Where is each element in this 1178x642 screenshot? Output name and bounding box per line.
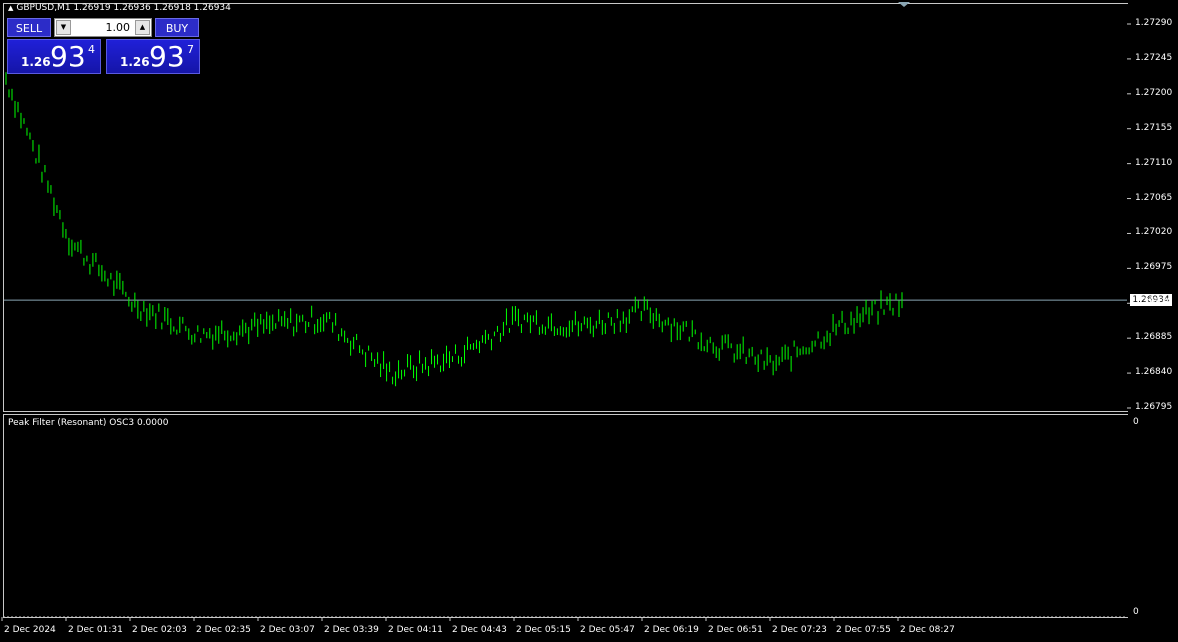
price-scale-label: 1.26840 xyxy=(1135,367,1173,378)
chart-shift-icon[interactable] xyxy=(898,2,910,7)
price-scale-label: 1.27290 xyxy=(1135,18,1173,28)
price-scale-label: 1.27020 xyxy=(1135,227,1173,238)
price-scale-label: 1.27200 xyxy=(1135,87,1173,98)
indicator-title: Peak Filter (Resonant) OSC3 0.0000 xyxy=(8,418,169,428)
time-scale-label: 2 Dec 06:51 xyxy=(708,625,763,635)
price-scale-label: 1.27065 xyxy=(1135,192,1173,203)
buy-price-fraction: 7 xyxy=(187,43,194,56)
time-scale-label: 2 Dec 05:15 xyxy=(516,625,571,635)
chevron-up-icon[interactable]: ▲ xyxy=(135,20,150,35)
price-scale-label: 1.26975 xyxy=(1135,262,1173,273)
time-scale-label: 2 Dec 05:47 xyxy=(580,625,635,635)
time-scale-label: 2 Dec 08:27 xyxy=(900,625,955,635)
chevron-down-icon[interactable]: ▼ xyxy=(56,20,71,35)
time-scale-label: 2 Dec 03:07 xyxy=(260,625,315,635)
price-scale-label: 1.27155 xyxy=(1135,122,1173,133)
price-scale-label: 1.27110 xyxy=(1135,157,1173,168)
price-scale-label: 1.26930 xyxy=(1135,297,1173,308)
sell-price-fraction: 4 xyxy=(88,43,95,56)
buy-button[interactable]: BUY xyxy=(155,18,199,37)
lot-size-input[interactable] xyxy=(72,20,134,35)
time-scale-label: 2 Dec 07:55 xyxy=(836,625,891,635)
ohlc-values: 1.26919 1.26936 1.26918 1.26934 xyxy=(73,3,231,13)
time-scale-label: 2 Dec 06:19 xyxy=(644,625,699,635)
chart-title: ▲ GBPUSD,M1 1.26919 1.26936 1.26918 1.269… xyxy=(8,3,231,13)
sell-price-button[interactable]: 1.26 93 4 xyxy=(7,39,101,74)
sell-price-pips: 93 xyxy=(50,40,86,73)
price-scale-label: 1.27245 xyxy=(1135,52,1173,63)
buy-price-pips: 93 xyxy=(149,40,185,73)
time-scale-label: 2 Dec 01:31 xyxy=(68,625,123,635)
time-scale-label: 2 Dec 07:23 xyxy=(772,625,827,635)
lot-size-stepper[interactable]: ▼ ▲ xyxy=(54,18,152,37)
time-scale-label: 2 Dec 03:39 xyxy=(324,625,379,635)
sell-price-prefix: 1.26 xyxy=(21,55,51,69)
time-scale-label: 2 Dec 04:11 xyxy=(388,625,443,635)
buy-price-button[interactable]: 1.26 93 7 xyxy=(106,39,200,74)
buy-price-prefix: 1.26 xyxy=(120,55,150,69)
time-scale-label: 2 Dec 2024 xyxy=(4,625,56,635)
price-scale-label: 1.26795 xyxy=(1135,402,1173,412)
sell-button[interactable]: SELL xyxy=(7,18,51,37)
one-click-trading-panel: SELL ▼ ▲ BUY 1.26 93 4 1.26 93 7 xyxy=(7,18,200,74)
price-bars xyxy=(5,72,903,387)
triangle-icon: ▲ xyxy=(8,4,14,12)
time-scale-label: 2 Dec 02:35 xyxy=(196,625,251,635)
time-scale-label: 2 Dec 02:03 xyxy=(132,625,187,635)
symbol-timeframe: GBPUSD,M1 xyxy=(16,3,71,13)
time-scale-label: 2 Dec 04:43 xyxy=(452,625,507,635)
price-chart-svg xyxy=(1,2,1131,621)
price-scale-label: 1.26885 xyxy=(1135,332,1173,343)
